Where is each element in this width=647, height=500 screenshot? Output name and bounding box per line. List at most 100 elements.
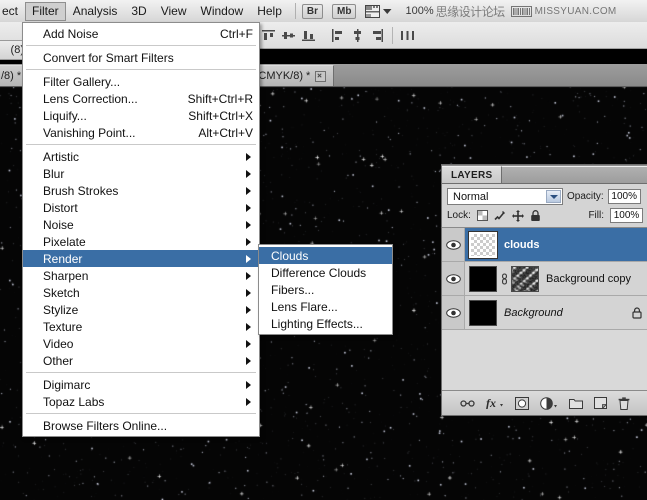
align-vertical-centers-icon[interactable] [281,28,296,43]
submenu-arrow-icon [246,221,251,229]
layer-style-fx-icon[interactable]: fx [486,397,504,409]
menu-item-3d[interactable]: 3D [124,2,153,21]
render-submenu-item-fibers[interactable]: Fibers... [259,281,392,298]
layer-mask-thumbnail[interactable] [511,266,539,292]
layer-row[interactable]: clouds [442,228,647,262]
filter-dropdown-menu[interactable]: Add NoiseCtrl+F Convert for Smart Filters… [22,22,260,437]
lock-all-icon[interactable] [530,210,541,222]
opacity-value[interactable]: 100% [608,189,641,204]
menu-item-label: Lens Correction... [43,92,170,106]
new-layer-icon[interactable] [594,397,607,409]
filter-menu-item-brush-strokes[interactable]: Brush Strokes [23,182,259,199]
filter-menu-item-liquify[interactable]: Liquify...Shift+Ctrl+X [23,107,259,124]
menu-item-window[interactable]: Window [194,2,251,21]
mini-bridge-button[interactable]: Mb [332,4,356,19]
menu-separator [26,144,256,145]
menu-separator [26,45,256,46]
distribute-icon[interactable] [400,28,415,43]
layer-name[interactable]: clouds [497,239,647,251]
menu-item-label: Digimarc [43,378,246,392]
menu-item-shortcut: Shift+Ctrl+X [170,109,253,123]
filter-menu-item-pixelate[interactable]: Pixelate [23,233,259,250]
layer-thumbnail[interactable] [469,232,497,258]
align-bottom-edges-icon[interactable] [301,28,316,43]
render-submenu-item-lighting-effects[interactable]: Lighting Effects... [259,315,392,332]
menu-item-analysis[interactable]: Analysis [66,2,125,21]
align-horizontal-centers-icon[interactable] [350,28,365,43]
filter-menu-item-vanishing-point[interactable]: Vanishing Point...Alt+Ctrl+V [23,124,259,141]
layer-name[interactable]: Background [497,307,632,319]
layer-thumbnail[interactable] [469,300,497,326]
eye-visibility-icon[interactable] [442,228,465,261]
lock-image-pixels-icon[interactable] [494,210,506,221]
menu-item-label: Clouds [271,249,386,263]
render-submenu-item-lens-flare[interactable]: Lens Flare... [259,298,392,315]
blend-mode-select[interactable]: Normal [447,188,563,205]
lock-transparent-pixels-icon[interactable] [477,210,488,221]
submenu-arrow-icon [246,340,251,348]
filter-menu-item-other[interactable]: Other [23,352,259,369]
filter-menu-item-stylize[interactable]: Stylize [23,301,259,318]
arrange-documents-icon[interactable] [365,5,380,18]
render-submenu-item-clouds[interactable]: Clouds [259,247,392,264]
filter-menu-item-sharpen[interactable]: Sharpen [23,267,259,284]
menu-item-label: Pixelate [43,235,246,249]
layer-name[interactable]: Background copy [539,273,647,285]
menu-item-label: Other [43,354,246,368]
filter-menu-item-digimarc[interactable]: Digimarc [23,376,259,393]
chevron-down-icon[interactable] [383,8,392,15]
fill-value[interactable]: 100% [610,208,643,223]
svg-text:fx: fx [486,397,496,409]
menu-item-view[interactable]: View [154,2,194,21]
lock-row: Lock: Fill: 100% [442,207,647,227]
render-submenu[interactable]: CloudsDifference CloudsFibers...Lens Fla… [258,244,393,335]
bridge-button[interactable]: Br [302,4,323,19]
lock-position-icon[interactable] [512,210,524,222]
filter-menu-item-topaz-labs[interactable]: Topaz Labs [23,393,259,410]
align-top-edges-icon[interactable] [261,28,276,43]
link-mask-icon[interactable] [500,273,509,285]
menu-item-shortcut: Alt+Ctrl+V [180,126,253,140]
chevron-down-icon[interactable] [546,190,561,203]
render-submenu-item-difference-clouds[interactable]: Difference Clouds [259,264,392,281]
filter-menu-item-video[interactable]: Video [23,335,259,352]
link-layers-icon[interactable] [460,398,475,409]
close-icon[interactable] [315,71,326,82]
filter-menu-item-filter-gallery[interactable]: Filter Gallery... [23,73,259,90]
new-group-icon[interactable] [569,397,583,409]
filter-menu-item-artistic[interactable]: Artistic [23,148,259,165]
add-layer-mask-icon[interactable] [515,397,529,410]
tab-layers[interactable]: LAYERS [442,166,502,183]
eye-visibility-icon[interactable] [442,296,465,329]
menu-item-filter[interactable]: Filter [25,2,66,21]
eye-visibility-icon[interactable] [442,262,465,295]
filter-menu-item-browse-filters-online[interactable]: Browse Filters Online... [23,417,259,434]
submenu-arrow-icon [246,238,251,246]
watermark-chinese-text: 思缘设计论坛 [436,3,505,20]
filter-menu-item-sketch[interactable]: Sketch [23,284,259,301]
filter-menu-item-add-noise[interactable]: Add NoiseCtrl+F [23,25,259,42]
missyuan-logo-icon [511,6,532,17]
layer-row[interactable]: Background [442,296,647,330]
filter-menu-item-texture[interactable]: Texture [23,318,259,335]
lock-label: Lock: [447,210,471,221]
align-left-edges-icon[interactable] [330,28,345,43]
layer-thumbnail[interactable] [469,266,497,292]
filter-menu-item-blur[interactable]: Blur [23,165,259,182]
delete-layer-icon[interactable] [618,397,630,410]
layer-row[interactable]: Background copy [442,262,647,296]
filter-menu-item-noise[interactable]: Noise [23,216,259,233]
filter-menu-item-convert-for-smart-filters[interactable]: Convert for Smart Filters [23,49,259,66]
menu-item-help[interactable]: Help [250,2,289,21]
layers-panel-toolbar: fx [442,390,647,415]
filter-menu-item-render[interactable]: Render [23,250,259,267]
filter-menu-item-lens-correction[interactable]: Lens Correction...Shift+Ctrl+R [23,90,259,107]
menu-item-label: Filter Gallery... [43,75,253,89]
adjustment-layer-icon[interactable] [540,397,558,410]
filter-menu-item-distort[interactable]: Distort [23,199,259,216]
align-right-edges-icon[interactable] [370,28,385,43]
menu-item-select-clipped[interactable]: ect [0,2,25,21]
layer-list[interactable]: clouds Background copy Background [442,227,647,390]
menu-item-label: Blur [43,167,246,181]
submenu-arrow-icon [246,153,251,161]
